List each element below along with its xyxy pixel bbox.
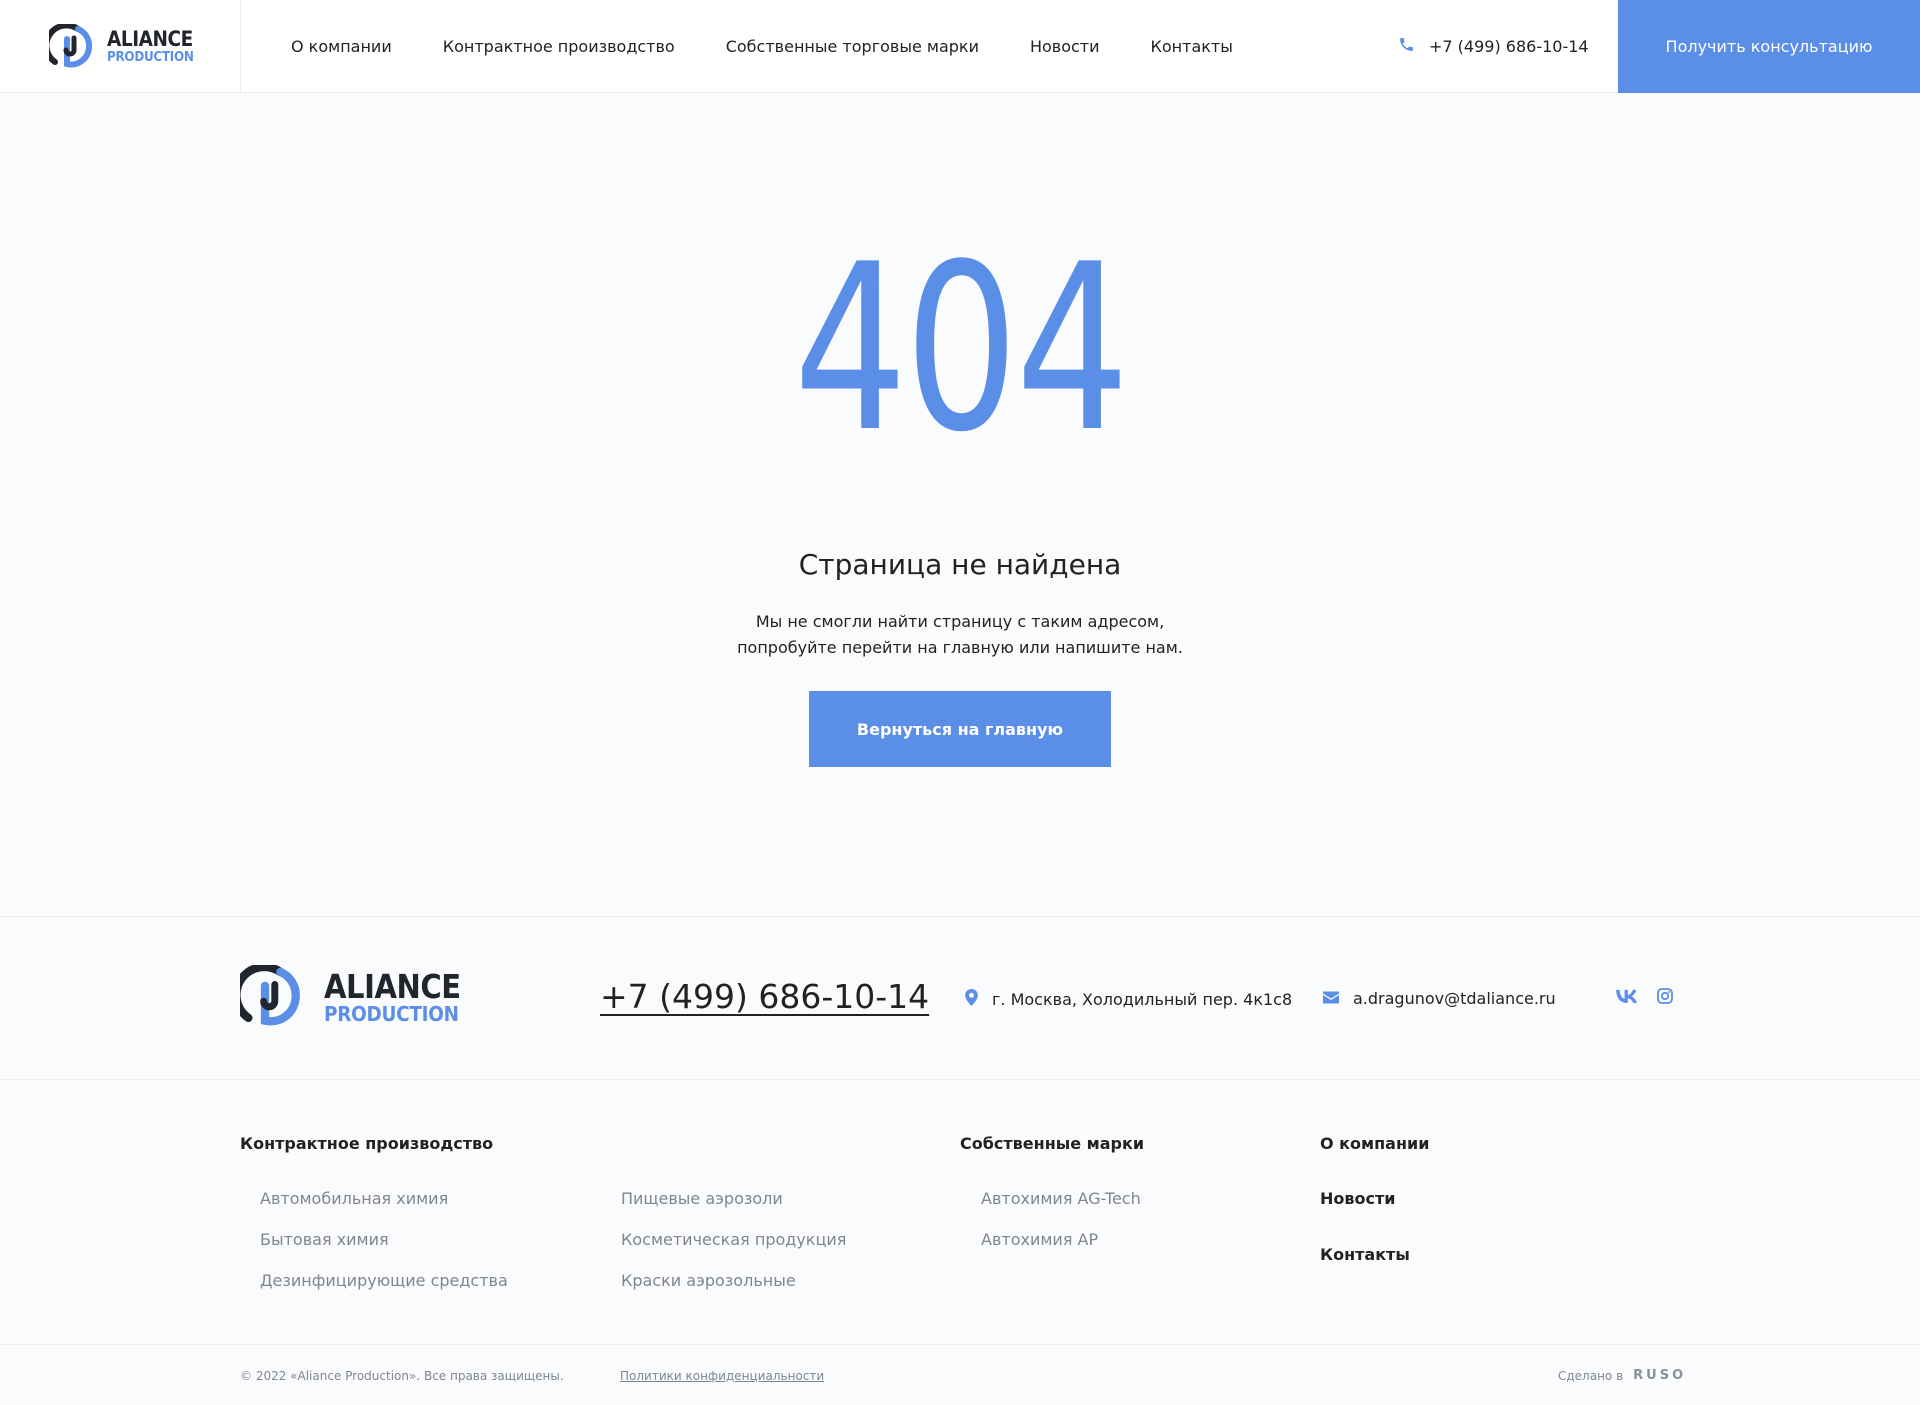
made-by-brand: RUSO [1633,1368,1687,1383]
footer-contacts: ALIANCE PRODUCTION +7 (499) 686-10-14 г.… [0,916,1920,1080]
footer-link[interactable]: Автохимия AP [981,1230,1141,1271]
footer-bottom: © 2022 «Aliance Production». Все права з… [0,1346,1920,1405]
address-text: г. Москва, Холодильный пер. 4к1с8 [992,990,1293,1009]
footer-link[interactable]: Пищевые аэрозоли [621,1189,846,1230]
made-by-label: Сделано в [1558,1368,1624,1383]
nav-link-about[interactable]: О компании [291,37,392,56]
logo-text-secondary: PRODUCTION [107,50,194,65]
vk-icon[interactable] [1616,989,1637,1003]
site-header: ALIANCE PRODUCTION О компании Контрактно… [0,0,1920,93]
logo-mark-icon [232,962,304,1029]
header-phone-number: +7 (499) 686-10-14 [1429,37,1589,56]
social-links [1616,988,1673,1004]
back-home-button[interactable]: Вернуться на главную [809,691,1111,767]
footer-link[interactable]: Автомобильная химия [260,1189,508,1230]
error-description: Мы не смогли найти страницу с таким адре… [737,612,1183,657]
get-consultation-button[interactable]: Получить консультацию [1618,0,1920,93]
footer-about-list: Новости Контакты [1320,1189,1410,1301]
footer-phone-link[interactable]: +7 (499) 686-10-14 [600,977,929,1016]
footer-heading-contract[interactable]: Контрактное производство [240,1134,493,1153]
footer-email-link[interactable]: a.dragunov@tdaliance.ru [1323,989,1556,1008]
footer-contract-list-2: Пищевые аэрозоли Косметическая продукция… [621,1189,846,1312]
footer-nav: Контрактное производство Автомобильная х… [0,1080,1920,1345]
footer-link-news[interactable]: Новости [1320,1189,1410,1245]
logo-text-primary: ALIANCE [107,27,193,51]
email-text: a.dragunov@tdaliance.ru [1353,989,1556,1008]
nav-link-contacts[interactable]: Контакты [1151,37,1233,56]
footer-heading-brands[interactable]: Собственные марки [960,1134,1144,1153]
main-nav: О компании Контрактное производство Собс… [291,0,1233,93]
footer-address: г. Москва, Холодильный пер. 4к1с8 [965,989,1292,1010]
error-title: Страница не найдена [798,548,1122,581]
footer-link[interactable]: Краски аэрозольные [621,1271,846,1312]
footer-link-contacts[interactable]: Контакты [1320,1245,1410,1301]
logo-text-secondary: PRODUCTION [324,1001,459,1026]
logo-text-primary: ALIANCE [324,966,461,1006]
logo-container: ALIANCE PRODUCTION [0,0,241,93]
logo-mark-icon [43,22,95,70]
site-logo[interactable]: ALIANCE PRODUCTION [43,22,205,70]
footer-heading-about[interactable]: О компании [1320,1134,1429,1153]
footer-link[interactable]: Дезинфицирующие средства [260,1271,508,1312]
instagram-icon[interactable] [1657,988,1673,1004]
footer-link[interactable]: Бытовая химия [260,1230,508,1271]
footer-brands-list: Автохимия AG-Tech Автохимия AP [981,1189,1141,1271]
footer-link[interactable]: Автохимия AG-Tech [981,1189,1141,1230]
location-pin-icon [965,989,992,1010]
nav-link-news[interactable]: Новости [1030,37,1100,56]
nav-link-contract[interactable]: Контрактное производство [443,37,675,56]
footer-contract-list-1: Автомобильная химия Бытовая химия Дезинф… [260,1189,508,1312]
footer-logo[interactable]: ALIANCE PRODUCTION [232,962,479,1029]
privacy-policy-link[interactable]: Политики конфиденциальности [620,1369,824,1383]
footer-link[interactable]: Косметическая продукция [621,1230,846,1271]
phone-icon [1398,36,1429,57]
header-phone-link[interactable]: +7 (499) 686-10-14 [1398,0,1589,93]
mail-icon [1323,989,1353,1008]
nav-link-brands[interactable]: Собственные торговые марки [726,37,979,56]
error-code: 404 [793,216,1129,483]
made-by-link[interactable]: Сделано в RUSO [1558,1368,1686,1383]
copyright-text: © 2022 «Aliance Production». Все права з… [240,1369,564,1383]
